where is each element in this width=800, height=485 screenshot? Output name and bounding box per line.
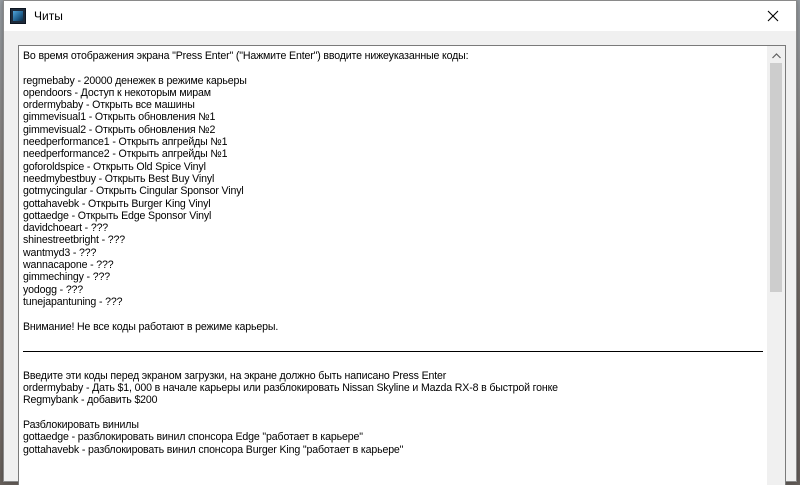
scroll-up-button[interactable] bbox=[768, 46, 785, 63]
cheats-text-area[interactable]: Во время отображения экрана "Press Enter… bbox=[18, 45, 786, 485]
window-client-area: Во время отображения экрана "Press Enter… bbox=[4, 31, 796, 485]
text-line: Regmybank - добавить $200 bbox=[23, 394, 158, 407]
text-line: davidchoeart - ??? bbox=[23, 222, 109, 235]
text-line: tunejapantuning - ??? bbox=[23, 295, 123, 308]
text-line: yodogg - ??? bbox=[23, 283, 84, 296]
text-line: opendoors - Доступ к некоторым мирам bbox=[23, 86, 211, 99]
text-line: ordermybaby - Открыть все машины bbox=[23, 99, 195, 112]
text-line: gotmycingular - Открыть Cingular Sponsor… bbox=[23, 185, 244, 198]
scroll-down-button[interactable] bbox=[768, 479, 785, 485]
cheats-text-content: Во время отображения экрана "Press Enter… bbox=[23, 50, 763, 456]
text-line: needperformance2 - Открыть апгрейды №1 bbox=[23, 148, 228, 161]
text-line: needperformance1 - Открыть апгрейды №1 bbox=[23, 136, 228, 149]
text-line: wantmyd3 - ??? bbox=[23, 246, 97, 259]
text-line: gimmevisual1 - Открыть обновления №1 bbox=[23, 111, 216, 124]
text-line: goforoldspice - Открыть Old Spice Vinyl bbox=[23, 160, 206, 173]
chevron-down-icon bbox=[772, 479, 781, 485]
vertical-scrollbar[interactable] bbox=[767, 46, 785, 485]
text-line: Введите эти коды перед экраном загрузки,… bbox=[23, 369, 447, 382]
text-line: regmebaby - 20000 денежек в режиме карье… bbox=[23, 74, 247, 87]
title-bar[interactable]: Читы bbox=[4, 1, 796, 31]
text-line: needmybestbuy - Открыть Best Buy Vinyl bbox=[23, 172, 215, 185]
text-line: gottaedge - Открыть Edge Sponsor Vinyl bbox=[23, 209, 212, 222]
app-icon bbox=[10, 8, 26, 24]
separator-line bbox=[23, 345, 763, 357]
close-button[interactable] bbox=[750, 1, 796, 31]
chevron-up-icon bbox=[772, 46, 781, 64]
text-line: Разблокировать винилы bbox=[23, 418, 139, 431]
close-icon bbox=[767, 10, 779, 22]
scroll-thumb[interactable] bbox=[770, 63, 782, 292]
text-line: Внимание! Не все коды работают в режиме … bbox=[23, 320, 279, 333]
text-line: gottahavebk - Открыть Burger King Vinyl bbox=[23, 197, 211, 210]
cheats-window: Читы Во время отображения экрана "Press … bbox=[3, 0, 797, 485]
text-line: gimmevisual2 - Открыть обновления №2 bbox=[23, 123, 216, 136]
text-line: gimmechingy - ??? bbox=[23, 271, 110, 284]
window-title: Читы bbox=[34, 9, 63, 23]
text-line: gottaedge - разблокировать винил спонсор… bbox=[23, 431, 363, 444]
text-line: Во время отображения экрана "Press Enter… bbox=[23, 50, 469, 62]
text-line: gottahavebk - разблокировать винил спонс… bbox=[23, 443, 404, 456]
text-line: wannacapone - ??? bbox=[23, 259, 114, 272]
text-line: ordermybaby - Дать $1, 000 в начале карь… bbox=[23, 382, 558, 395]
text-line: shinestreetbright - ??? bbox=[23, 234, 125, 247]
